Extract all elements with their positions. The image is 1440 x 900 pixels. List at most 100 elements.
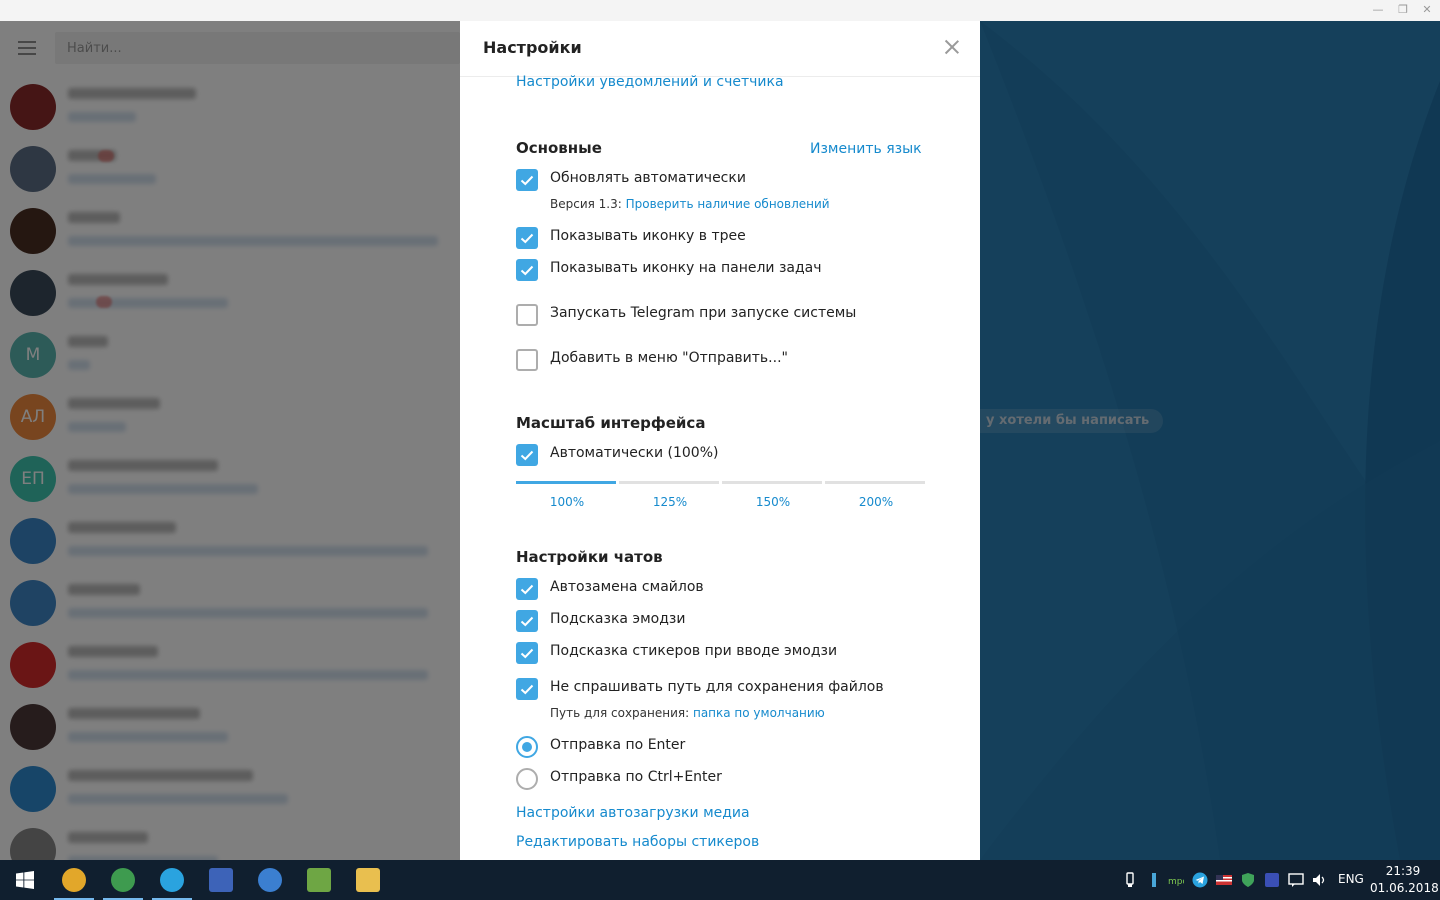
chat-name-blurred — [68, 584, 140, 595]
chat-name-blurred — [68, 708, 200, 719]
chat-tray-icon[interactable] — [1288, 872, 1304, 888]
language-indicator[interactable]: ENG — [1338, 872, 1364, 886]
taskbar-app[interactable] — [52, 860, 96, 900]
edit-stickers-link[interactable]: Редактировать наборы стикеров — [516, 834, 759, 850]
chat-name-blurred — [68, 646, 158, 657]
scale-option-3[interactable]: 200% — [825, 495, 927, 509]
chat-list-item[interactable] — [0, 820, 460, 860]
chat-name-blurred — [68, 832, 148, 843]
folder-icon — [356, 868, 380, 892]
replace-emoji-label: Автозамена смайлов — [550, 579, 704, 595]
chat-preview-blurred — [68, 732, 228, 742]
suggest-stickers-label: Подсказка стикеров при вводе эмодзи — [550, 643, 838, 659]
shield-tray-icon[interactable] — [1240, 872, 1256, 888]
media-autoload-link[interactable]: Настройки автозагрузки медиа — [516, 805, 750, 821]
chat-preview-blurred — [68, 174, 156, 184]
taskbar-app[interactable] — [150, 860, 194, 900]
restore-icon[interactable]: ❐ — [1396, 3, 1410, 17]
chat-list-item[interactable] — [0, 572, 460, 634]
hamburger-menu-icon[interactable] — [18, 41, 36, 55]
save-path-link[interactable]: папка по умолчанию — [693, 706, 825, 720]
check-updates-link[interactable]: Проверить наличие обновлений — [626, 197, 830, 211]
chat-list-item[interactable] — [0, 200, 460, 262]
change-language-link[interactable]: Изменить язык — [810, 141, 922, 157]
chat-preview-blurred — [68, 360, 90, 370]
chat-preview-blurred — [68, 794, 288, 804]
chat-list-item[interactable] — [0, 696, 460, 758]
search-box[interactable] — [55, 32, 460, 64]
windows-icon — [16, 871, 34, 889]
scale-option-1[interactable]: 125% — [619, 495, 721, 509]
chart-app-icon — [307, 868, 331, 892]
chat-list-item[interactable]: М — [0, 324, 460, 386]
taskbar: mpd ENG 21:39 01.06.2018 — [0, 860, 1440, 900]
chat-list-item[interactable] — [0, 510, 460, 572]
scale-segment[interactable] — [825, 481, 925, 484]
chat-list-item[interactable] — [0, 634, 460, 696]
mpd-tray-icon[interactable]: mpd — [1168, 872, 1188, 888]
version-text: Версия 1.3: — [550, 197, 626, 211]
autostart-checkbox[interactable] — [516, 304, 538, 326]
replace-emoji-checkbox[interactable] — [516, 578, 538, 600]
taskbar-app[interactable] — [101, 860, 145, 900]
taskbar-icon-label: Показывать иконку на панели задач — [550, 260, 822, 276]
chat-list-item[interactable] — [0, 758, 460, 820]
scale-option-2[interactable]: 150% — [722, 495, 824, 509]
chat-name-blurred — [68, 770, 253, 781]
chat-settings-section-title: Настройки чатов — [516, 548, 663, 566]
chat-list-panel: М АЛ ЕП — [0, 21, 460, 860]
telegram-tray-icon[interactable] — [1192, 872, 1208, 888]
chat-preview-blurred — [68, 546, 428, 556]
chat-name-blurred — [68, 398, 160, 409]
settings-title: Настройки — [483, 38, 582, 57]
chat-list-item[interactable] — [0, 76, 460, 138]
flag-icon[interactable] — [1216, 872, 1232, 888]
taskbar-icon-checkbox[interactable] — [516, 259, 538, 281]
tray-icon-checkbox[interactable] — [516, 227, 538, 249]
chat-name-blurred — [68, 460, 218, 471]
chat-list-item[interactable] — [0, 262, 460, 324]
taskbar-app[interactable] — [297, 860, 341, 900]
chat-list-item[interactable]: ЕП — [0, 448, 460, 510]
scale-auto-checkbox[interactable] — [516, 444, 538, 466]
suggest-stickers-checkbox[interactable] — [516, 642, 538, 664]
auto-update-label: Обновлять автоматически — [550, 170, 746, 186]
chat-name-blurred — [68, 336, 108, 347]
settings-box: Настройки Настройки уведомлений и счетчи… — [460, 21, 980, 860]
send-to-menu-label: Добавить в меню "Отправить..." — [550, 350, 788, 366]
scale-segment[interactable] — [516, 481, 616, 484]
close-window-icon[interactable]: ✕ — [1420, 3, 1434, 17]
avatar — [10, 580, 56, 626]
qbittorrent-icon — [258, 868, 282, 892]
send-to-menu-checkbox[interactable] — [516, 349, 538, 371]
notifications-settings-link[interactable]: Настройки уведомлений и счетчика — [516, 74, 784, 90]
usb-icon[interactable] — [1122, 872, 1138, 888]
auto-update-checkbox[interactable] — [516, 169, 538, 191]
battery-icon[interactable] — [1146, 872, 1162, 888]
search-input[interactable] — [55, 32, 460, 64]
clock[interactable]: 21:39 01.06.2018 — [1370, 863, 1439, 897]
scale-section-title: Масштаб интерфейса — [516, 414, 706, 432]
minimize-icon[interactable]: — — [1371, 3, 1385, 17]
app-tray-icon[interactable] — [1264, 872, 1280, 888]
chat-list-item[interactable] — [0, 138, 460, 200]
start-button[interactable] — [2, 860, 46, 900]
send-enter-radio[interactable] — [516, 736, 538, 758]
avatar — [10, 766, 56, 812]
chat-preview-blurred — [68, 484, 258, 494]
taskbar-app[interactable] — [248, 860, 292, 900]
volume-icon[interactable] — [1312, 872, 1328, 888]
avatar — [10, 270, 56, 316]
dont-ask-path-checkbox[interactable] — [516, 678, 538, 700]
suggest-emoji-checkbox[interactable] — [516, 610, 538, 632]
close-icon[interactable] — [940, 35, 964, 59]
scale-segment[interactable] — [722, 481, 822, 484]
avatar — [10, 84, 56, 130]
scale-option-0[interactable]: 100% — [516, 495, 618, 509]
send-ctrl-enter-radio[interactable] — [516, 768, 538, 790]
chat-list-item[interactable]: АЛ — [0, 386, 460, 448]
scale-segment[interactable] — [619, 481, 719, 484]
taskbar-app[interactable] — [199, 860, 243, 900]
taskbar-app[interactable] — [346, 860, 390, 900]
telegram-icon — [160, 868, 184, 892]
